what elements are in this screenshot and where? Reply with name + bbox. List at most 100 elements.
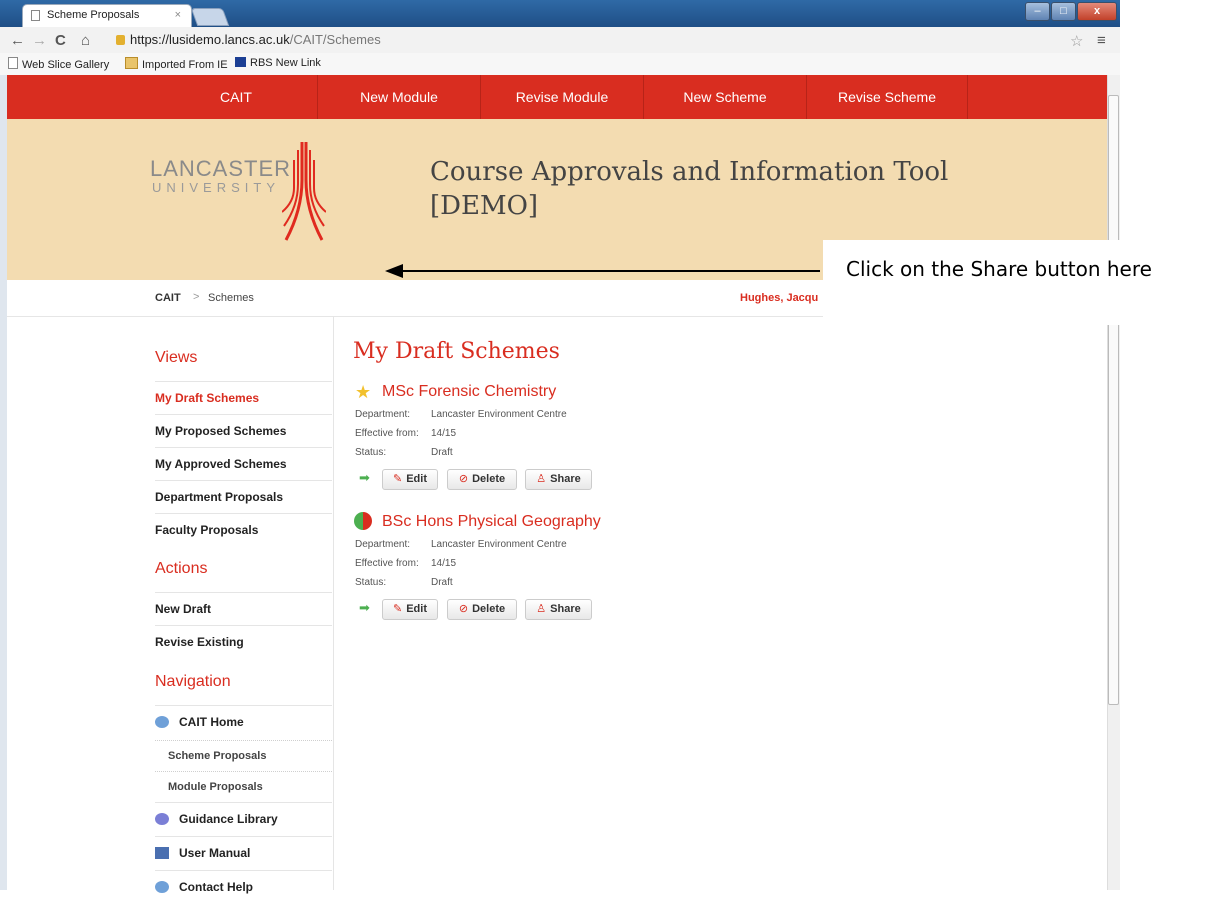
bookmark-rbs[interactable]: RBS New Link bbox=[235, 57, 321, 69]
delete-button[interactable]: ⊘ Delete bbox=[447, 599, 517, 620]
annotation-text: Click on the Share button here bbox=[846, 257, 1152, 281]
site-title: Course Approvals and Information Tool [D… bbox=[430, 157, 949, 221]
sidebar-item-new-draft[interactable]: New Draft bbox=[155, 592, 332, 626]
delete-icon: ⊘ bbox=[458, 603, 469, 615]
window-controls: – □ x bbox=[1025, 2, 1117, 21]
sidebar-item-faculty-proposals[interactable]: Faculty Proposals bbox=[155, 513, 332, 547]
effective-label: Effective from: bbox=[355, 558, 419, 569]
book-icon bbox=[155, 847, 169, 859]
sidebar-item-my-approved-schemes[interactable]: My Approved Schemes bbox=[155, 447, 332, 481]
nav-new-scheme[interactable]: New Scheme bbox=[644, 75, 807, 119]
star-icon: ★ bbox=[355, 382, 372, 402]
close-window-button[interactable]: x bbox=[1077, 2, 1117, 21]
edit-button[interactable]: ✎ Edit bbox=[382, 469, 438, 490]
department-value: Lancaster Environment Centre bbox=[431, 539, 567, 550]
expand-arrow-icon[interactable]: ➡ bbox=[359, 470, 370, 486]
url-path: /CAIT/Schemes bbox=[289, 32, 381, 47]
status-label: Status: bbox=[355, 447, 387, 458]
tab-close-icon[interactable]: × bbox=[175, 9, 181, 21]
logo-text: LANCASTER bbox=[150, 156, 292, 181]
nav-revise-scheme[interactable]: Revise Scheme bbox=[807, 75, 968, 119]
share-button[interactable]: ♙ Share bbox=[525, 469, 592, 490]
desktop-background bbox=[1120, 0, 1213, 890]
bookmark-web-slice[interactable]: Web Slice Gallery bbox=[8, 57, 109, 71]
logo-subtext: UNIVERSITY bbox=[152, 180, 281, 195]
university-logo-icon bbox=[282, 142, 326, 241]
sidebar-item-scheme-proposals[interactable]: Scheme Proposals bbox=[155, 740, 332, 771]
status-value: Draft bbox=[431, 447, 453, 458]
department-label: Department: bbox=[355, 409, 411, 420]
scheme-title[interactable]: MSc Forensic Chemistry bbox=[382, 383, 556, 401]
address-bar[interactable]: https://lusidemo.lancs.ac.uk/CAIT/Scheme… bbox=[116, 30, 1066, 50]
rbs-icon bbox=[235, 57, 246, 67]
views-heading: Views bbox=[155, 349, 198, 366]
sidebar-item-module-proposals[interactable]: Module Proposals bbox=[155, 771, 332, 802]
nav-cait[interactable]: CAIT bbox=[155, 75, 318, 119]
info-icon bbox=[155, 813, 169, 825]
breadcrumb-separator: > bbox=[193, 291, 200, 303]
sidebar-item-cait-home[interactable]: CAIT Home bbox=[155, 705, 332, 739]
sidebar-item-user-manual[interactable]: User Manual bbox=[155, 836, 332, 870]
annotation-box bbox=[823, 240, 1213, 325]
nav-revise-module[interactable]: Revise Module bbox=[481, 75, 644, 119]
url-host: https://lusidemo.lancs.ac.uk bbox=[130, 32, 290, 47]
home-globe-icon bbox=[155, 716, 169, 728]
page-icon bbox=[31, 10, 40, 21]
effective-label: Effective from: bbox=[355, 428, 419, 439]
user-icon: ♙ bbox=[536, 603, 547, 615]
department-value: Lancaster Environment Centre bbox=[431, 409, 567, 420]
breadcrumb-current: Schemes bbox=[208, 292, 254, 304]
scheme-title[interactable]: BSc Hons Physical Geography bbox=[382, 513, 601, 531]
home-icon[interactable]: ⌂ bbox=[81, 32, 90, 49]
user-name[interactable]: Hughes, Jacqu bbox=[740, 292, 824, 304]
page-title: My Draft Schemes bbox=[353, 339, 560, 364]
delete-icon: ⊘ bbox=[458, 473, 469, 485]
user-icon: ♙ bbox=[536, 473, 547, 485]
share-button[interactable]: ♙ Share bbox=[525, 599, 592, 620]
breadcrumb-root[interactable]: CAIT bbox=[155, 292, 181, 304]
sidebar-item-revise-existing[interactable]: Revise Existing bbox=[155, 625, 332, 659]
status-label: Status: bbox=[355, 577, 387, 588]
arrow-left-icon bbox=[385, 264, 403, 278]
expand-arrow-icon[interactable]: ➡ bbox=[359, 600, 370, 616]
menu-icon[interactable]: ≡ bbox=[1097, 32, 1106, 49]
forward-icon[interactable]: → bbox=[32, 32, 47, 49]
lock-icon bbox=[116, 35, 125, 45]
pencil-icon: ✎ bbox=[393, 603, 403, 615]
sidebar-item-department-proposals[interactable]: Department Proposals bbox=[155, 480, 332, 514]
tab-title: Scheme Proposals bbox=[47, 9, 140, 21]
scrollbar-thumb[interactable] bbox=[1108, 95, 1119, 705]
sidebar-divider bbox=[333, 316, 334, 890]
reload-icon[interactable]: C bbox=[55, 32, 66, 49]
annotation-arrow-line bbox=[402, 270, 820, 272]
delete-button[interactable]: ⊘ Delete bbox=[447, 469, 517, 490]
desktop-edge bbox=[0, 75, 7, 890]
revise-icon bbox=[354, 512, 372, 530]
sidebar-item-my-draft-schemes[interactable]: My Draft Schemes bbox=[155, 381, 332, 415]
edit-button[interactable]: ✎ Edit bbox=[382, 599, 438, 620]
effective-value: 14/15 bbox=[431, 558, 457, 569]
bookmark-imported[interactable]: Imported From IE bbox=[125, 57, 228, 71]
back-icon[interactable]: ← bbox=[10, 32, 25, 49]
status-value: Draft bbox=[431, 577, 453, 588]
folder-icon bbox=[125, 57, 138, 69]
maximize-button[interactable]: □ bbox=[1051, 2, 1076, 21]
browser-tab[interactable]: Scheme Proposals × bbox=[22, 4, 192, 27]
minimize-button[interactable]: – bbox=[1025, 2, 1050, 21]
actions-heading: Actions bbox=[155, 560, 208, 577]
pencil-icon: ✎ bbox=[393, 473, 403, 485]
sidebar-item-guidance-library[interactable]: Guidance Library bbox=[155, 802, 332, 836]
department-label: Department: bbox=[355, 539, 411, 550]
navigation-heading: Navigation bbox=[155, 673, 231, 690]
nav-new-module[interactable]: New Module bbox=[318, 75, 481, 119]
site-nav: CAIT New Module Revise Module New Scheme… bbox=[7, 75, 1107, 119]
bookmark-star-icon[interactable]: ☆ bbox=[1070, 32, 1083, 50]
bookmarks-bar: Web Slice Gallery Imported From IE RBS N… bbox=[0, 53, 1120, 76]
new-tab-button[interactable] bbox=[190, 8, 230, 26]
effective-value: 14/15 bbox=[431, 428, 457, 439]
page-icon bbox=[8, 57, 18, 69]
browser-toolbar: ← → C ⌂ https://lusidemo.lancs.ac.uk/CAI… bbox=[0, 27, 1120, 54]
help-icon bbox=[155, 881, 169, 893]
sidebar-item-contact-help[interactable]: Contact Help bbox=[155, 870, 332, 904]
sidebar-item-my-proposed-schemes[interactable]: My Proposed Schemes bbox=[155, 414, 332, 448]
